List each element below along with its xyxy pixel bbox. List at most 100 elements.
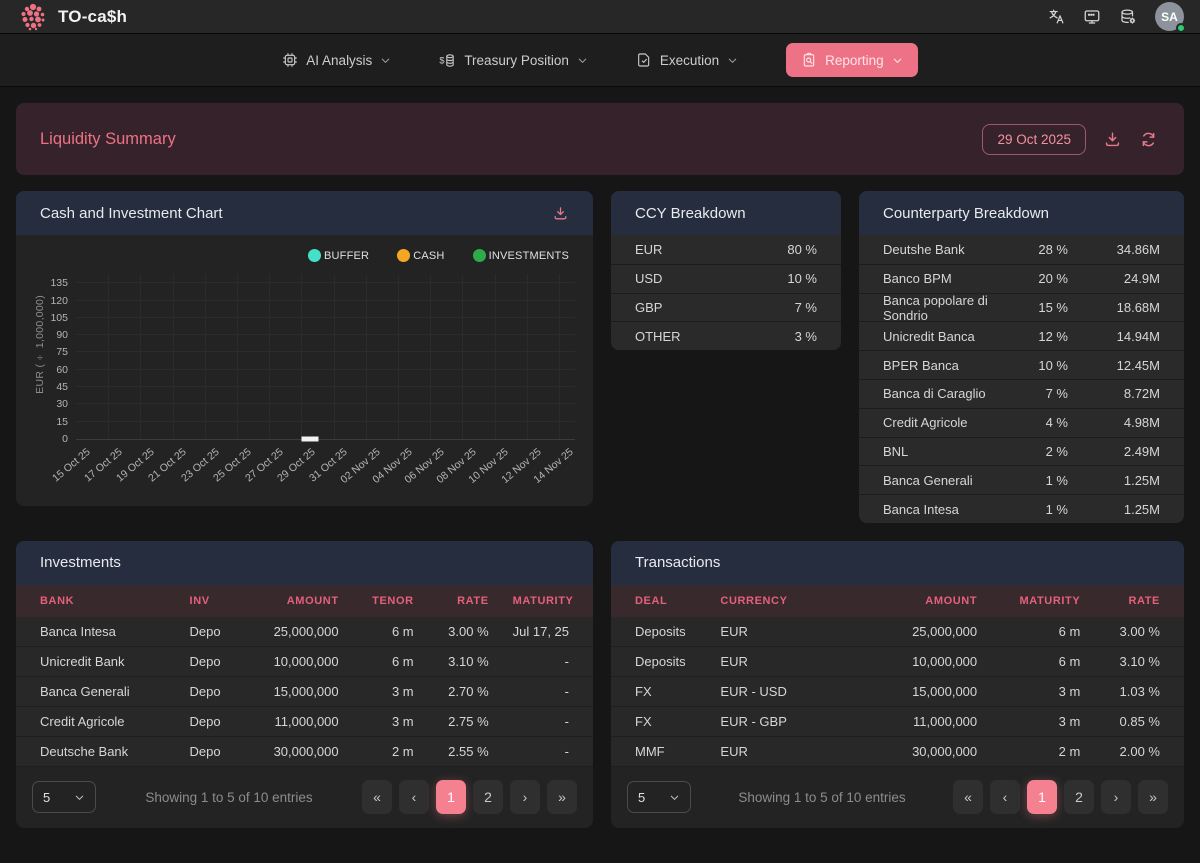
column-header[interactable]: AMOUNT	[834, 585, 989, 617]
data-table: BANKINVAMOUNTTENORRATEMATURITY Banca Inte…	[16, 585, 593, 768]
column-header[interactable]: RATE	[426, 585, 501, 617]
counterparty-percent: 20 %	[1004, 271, 1068, 286]
pagination-page-button[interactable]: 2	[473, 780, 503, 814]
ccy-value: 3 %	[725, 329, 817, 344]
counterparty-percent: 12 %	[1004, 329, 1068, 344]
pagination-prev-button[interactable]: ‹	[990, 780, 1020, 814]
table-row: Banca GeneraliDepo15,000,0003 m2.70 %-	[16, 677, 593, 707]
counterparty-amount: 1.25M	[1068, 502, 1160, 517]
transactions-table: DEALCURRENCYAMOUNTMATURITYRATEDepositsEU…	[611, 585, 1184, 768]
table-cell: 25,000,000	[834, 617, 989, 647]
pagination-page-button[interactable]: 2	[1064, 780, 1094, 814]
bar-slot	[461, 274, 477, 439]
app-title: TO-ca$h	[58, 7, 127, 27]
table-cell: 2 m	[351, 737, 426, 767]
column-header[interactable]: MATURITY	[501, 585, 593, 617]
y-axis-tick: 135	[50, 277, 68, 289]
navbar: AI Analysis $ Treasury Position Executio…	[0, 34, 1200, 87]
page-size-select[interactable]: 5	[627, 781, 691, 813]
bar-slot	[142, 274, 158, 439]
table-row: Credit AgricoleDepo11,000,0003 m2.75 %-	[16, 707, 593, 737]
counterparty-amount: 1.25M	[1068, 473, 1160, 488]
counterparty-percent: 2 %	[1004, 444, 1068, 459]
svg-text:$: $	[440, 55, 445, 65]
table-cell: Banca Intesa	[16, 617, 178, 647]
card-header: Transactions	[611, 541, 1184, 585]
legend-dot	[308, 249, 321, 262]
pagination-next-button[interactable]: ›	[1101, 780, 1131, 814]
nav-item-execution[interactable]: Execution	[636, 52, 738, 68]
column-header[interactable]: DEAL	[611, 585, 708, 617]
counterparty-row: Banca Intesa1 %1.25M	[859, 494, 1184, 523]
nav-item-reporting[interactable]: Reporting	[786, 43, 918, 77]
pagination-first-button[interactable]: «	[953, 780, 983, 814]
bar-slot	[381, 274, 397, 439]
pagination-first-button[interactable]: «	[362, 780, 392, 814]
translate-icon[interactable]	[1048, 8, 1065, 25]
nav-label: Reporting	[825, 53, 884, 68]
card-header: Investments	[16, 541, 593, 585]
table-cell: 30,000,000	[834, 737, 989, 767]
column-header[interactable]: MATURITY	[989, 585, 1092, 617]
pagination-page-button[interactable]: 1	[436, 780, 466, 814]
counterparty-row: Credit Agricole4 %4.98M	[859, 408, 1184, 437]
refresh-icon[interactable]	[1139, 130, 1158, 149]
topbar-actions: SA	[1048, 2, 1184, 31]
y-axis-tick: 120	[50, 295, 68, 307]
download-icon[interactable]	[552, 205, 569, 222]
y-axis-tick: 0	[62, 433, 68, 445]
column-header[interactable]: INV	[178, 585, 241, 617]
table-cell: EUR - USD	[708, 677, 834, 707]
document-check-icon	[636, 52, 652, 68]
table-cell: 11,000,000	[241, 707, 351, 737]
bar-slot	[477, 274, 493, 439]
pager: «‹12›»	[953, 780, 1168, 814]
display-icon[interactable]	[1083, 8, 1101, 26]
table-cell: 2.70 %	[426, 677, 501, 707]
nav-label: AI Analysis	[306, 53, 372, 68]
page-size-select[interactable]: 5	[32, 781, 96, 813]
counterparty-breakdown-card: Counterparty Breakdown Deutshe Bank28 %3…	[859, 191, 1184, 523]
pagination-last-button[interactable]: »	[547, 780, 577, 814]
column-header[interactable]: RATE	[1092, 585, 1184, 617]
column-header[interactable]: TENOR	[351, 585, 426, 617]
pagination-last-button[interactable]: »	[1138, 780, 1168, 814]
table-cell: Depo	[178, 707, 241, 737]
ccy-breakdown-card: CCY Breakdown EUR80 %USD10 %GBP7 %OTHER3…	[611, 191, 841, 350]
bar-slot	[493, 274, 509, 439]
download-icon[interactable]	[1103, 130, 1122, 149]
counterparty-row: Unicredit Banca12 %14.94M	[859, 321, 1184, 350]
date-picker-button[interactable]: 29 Oct 2025	[982, 124, 1086, 155]
table-cell: 1.03 %	[1092, 677, 1184, 707]
avatar[interactable]: SA	[1155, 2, 1184, 31]
page-title: Liquidity Summary	[40, 130, 176, 149]
pagination-page-button[interactable]: 1	[1027, 780, 1057, 814]
table-cell: Unicredit Bank	[16, 647, 178, 677]
card-title: Transactions	[635, 554, 720, 571]
card-title: Cash and Investment Chart	[40, 205, 223, 222]
chip-icon	[282, 52, 298, 68]
bar-slot	[349, 274, 365, 439]
page-size-value: 5	[638, 790, 645, 805]
legend-dot	[473, 249, 486, 262]
investments-card: Investments BANKINVAMOUNTTENORRATEMATURI…	[16, 541, 593, 829]
card-header: CCY Breakdown	[611, 191, 841, 235]
column-header[interactable]: CURRENCY	[708, 585, 834, 617]
counterparty-name: Unicredit Banca	[883, 329, 1004, 344]
pager: «‹12›»	[362, 780, 577, 814]
database-settings-icon[interactable]	[1119, 8, 1137, 26]
column-header[interactable]: BANK	[16, 585, 178, 617]
y-axis-tick: 75	[56, 346, 68, 358]
nav-item-ai-analysis[interactable]: AI Analysis	[282, 52, 391, 68]
bar-slot	[541, 274, 557, 439]
bar-slot	[557, 274, 573, 439]
nav-item-treasury-position[interactable]: $ Treasury Position	[439, 52, 588, 69]
banner-actions: 29 Oct 2025	[982, 124, 1158, 155]
table-cell: 6 m	[351, 647, 426, 677]
table-cell: 11,000,000	[834, 707, 989, 737]
table-cell: Credit Agricole	[16, 707, 178, 737]
table-cell: Depo	[178, 647, 241, 677]
pagination-next-button[interactable]: ›	[510, 780, 540, 814]
pagination-prev-button[interactable]: ‹	[399, 780, 429, 814]
column-header[interactable]: AMOUNT	[241, 585, 351, 617]
